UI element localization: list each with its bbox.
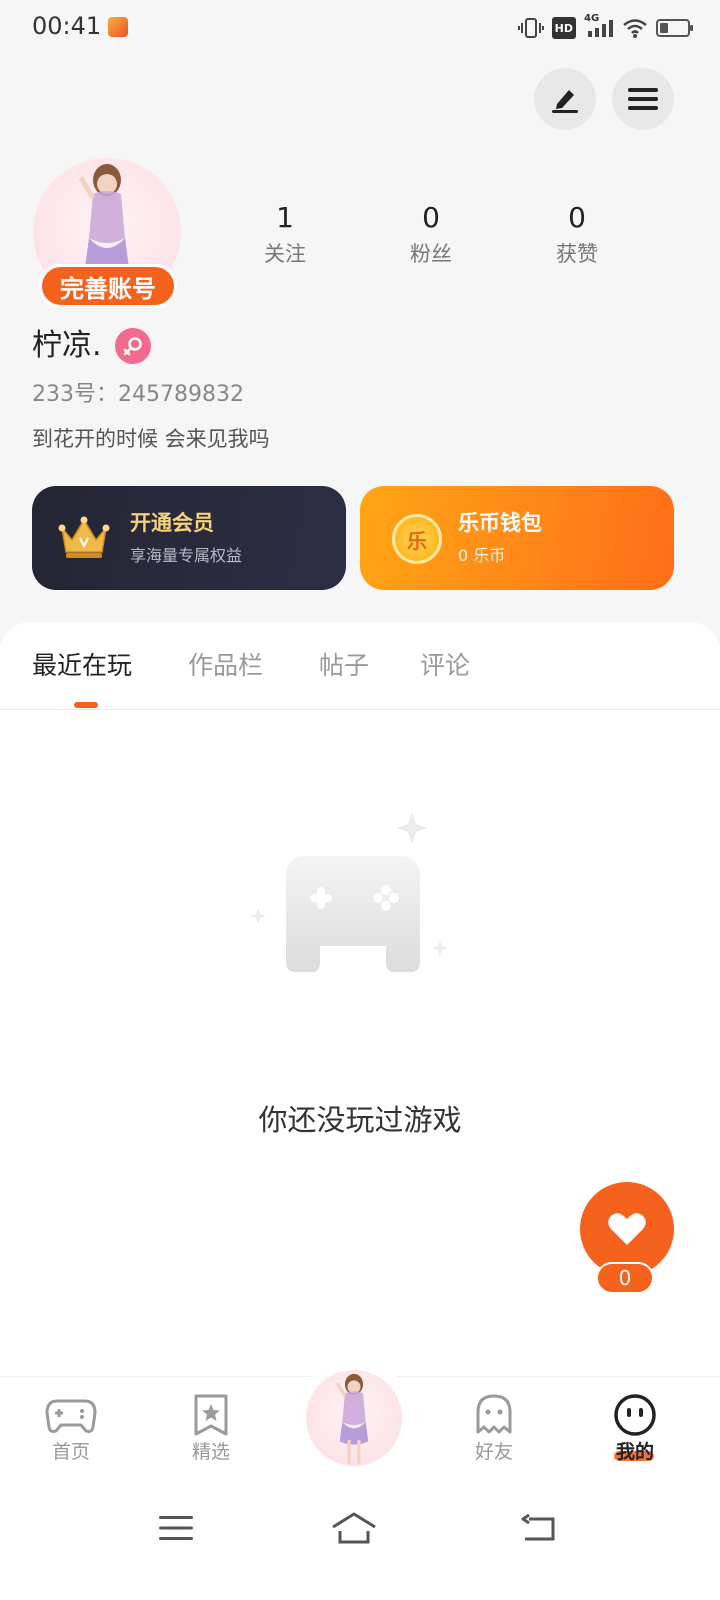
tab-comments[interactable]: 评论 [420, 648, 470, 684]
complete-account-badge[interactable]: 完善账号 [39, 264, 177, 308]
stat-label: 关注 [264, 242, 306, 266]
user-id: 233号：245789832 [32, 382, 244, 407]
status-bar: 00:41 HD 4G [0, 0, 720, 56]
wallet-card-title: 乐币钱包 [458, 511, 542, 535]
star-bookmark-icon [194, 1394, 228, 1436]
vibrate-icon [517, 17, 544, 39]
app-notification-icon [108, 17, 128, 37]
status-time: 00:41 [32, 12, 102, 40]
home-icon [332, 1512, 376, 1544]
stat-value: 0 [568, 201, 586, 234]
recents-lines-icon [159, 1516, 193, 1540]
nav-label: 精选 [191, 1441, 230, 1463]
pencil-icon [552, 90, 578, 113]
hd-badge: HD [551, 17, 576, 39]
nav-item-home[interactable]: 首页 [26, 1393, 116, 1465]
vip-membership-card[interactable]: 开通会员 享海量专属权益 [32, 486, 346, 590]
battery-level [660, 23, 668, 33]
signal-icon: 4G [584, 13, 614, 39]
vip-card-title: 开通会员 [130, 511, 214, 535]
network-type: 4G [584, 13, 600, 24]
coin-wallet-card[interactable]: 乐 乐币钱包 0 乐币 [360, 486, 674, 590]
tab-recently-played[interactable]: 最近在玩 [32, 648, 132, 684]
stat-value: 0 [422, 201, 440, 234]
nav-item-featured[interactable]: 精选 [166, 1393, 256, 1465]
profile-stats: 1 关注 0 粉丝 0 获赞 [212, 198, 652, 270]
menu-button[interactable] [612, 68, 674, 130]
user-bio: 到花开的时候 会来见我吗 [32, 427, 270, 451]
profile-tabs: 最近在玩 作品栏 帖子 评论 [0, 622, 720, 710]
edit-profile-button[interactable] [534, 68, 596, 130]
center-avatar-button[interactable] [306, 1370, 402, 1466]
active-tab-indicator [74, 702, 98, 708]
heart-icon [608, 1213, 646, 1245]
nav-label: 我的 [615, 1441, 654, 1463]
nav-label: 好友 [474, 1441, 513, 1463]
status-icons: HD 4G [517, 13, 693, 40]
recent-apps-button[interactable] [146, 1508, 206, 1548]
tab-posts[interactable]: 帖子 [319, 648, 369, 684]
crown-icon [58, 516, 110, 558]
coin-icon: 乐 [392, 514, 442, 564]
username: 柠凉. [32, 328, 102, 363]
wallet-card-balance: 0 乐币 [458, 546, 506, 565]
system-navigation-bar [0, 1488, 720, 1600]
nav-label: 首页 [51, 1441, 90, 1463]
content-panel: 最近在玩 作品栏 帖子 评论 你还没玩过游戏 0 [0, 622, 720, 1382]
stat-followers[interactable]: 0 粉丝 [358, 198, 504, 270]
stat-following[interactable]: 1 关注 [212, 198, 358, 270]
female-gender-icon [115, 328, 151, 364]
nav-item-me[interactable]: 我的 [590, 1393, 680, 1465]
back-button[interactable] [508, 1508, 568, 1548]
back-arrow-icon [521, 1513, 555, 1541]
tab-works[interactable]: 作品栏 [188, 648, 263, 684]
home-button[interactable] [324, 1508, 384, 1548]
like-count-badge: 0 [596, 1262, 654, 1294]
wifi-icon [622, 17, 648, 39]
vip-card-subtitle: 享海量专属权益 [130, 546, 243, 565]
stat-label: 获赞 [556, 242, 598, 266]
nav-item-friends[interactable]: 好友 [449, 1393, 539, 1465]
empty-gamepad-illustration [250, 812, 448, 972]
stat-value: 1 [276, 201, 294, 234]
hamburger-icon [628, 88, 658, 110]
ghost-icon [476, 1394, 512, 1434]
avatar-figure-image [335, 1373, 369, 1464]
gamepad-icon [45, 1399, 97, 1433]
stat-likes[interactable]: 0 获赞 [504, 198, 650, 270]
avatar-container[interactable]: 完善账号 [33, 158, 183, 308]
empty-state-text: 你还没玩过游戏 [258, 1103, 462, 1137]
smiley-icon [614, 1394, 656, 1436]
battery-icon [656, 19, 693, 37]
stat-label: 粉丝 [410, 242, 452, 266]
